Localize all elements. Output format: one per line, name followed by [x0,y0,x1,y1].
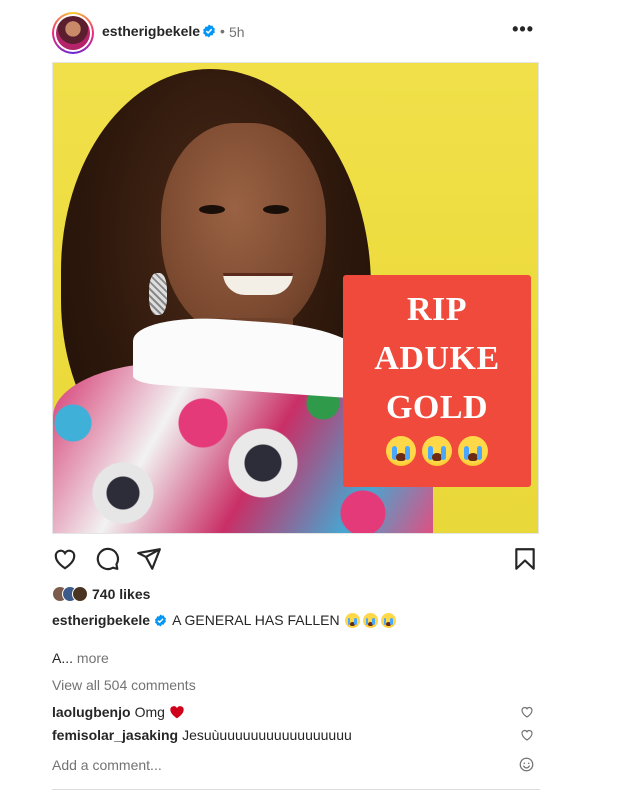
crying-face-icon [422,436,452,466]
separator-dot: • [220,23,225,39]
comment-like-heart-icon[interactable] [520,728,534,742]
verified-badge-icon [203,24,215,38]
comment-username[interactable]: laolugbenjo [52,704,131,720]
post-header: estherigbekele • 5h ••• [52,10,540,54]
rip-banner: RIP ADUKE GOLD [343,275,531,487]
add-comment-input[interactable] [52,755,492,775]
post-username[interactable]: estherigbekele [102,23,200,39]
liker-avatars [52,586,90,602]
caption-emojis [344,612,396,628]
caption-username[interactable]: estherigbekele [52,612,150,628]
banner-line-1: RIP [406,291,468,328]
caption-truncated: A... [52,650,74,666]
like-heart-icon[interactable] [52,546,78,572]
caption-more-row: A... more [52,650,109,666]
avatar [72,586,88,602]
add-comment-row [52,755,540,775]
crying-face-icon [458,436,488,466]
banner-line-2: ADUKE [374,340,500,377]
red-heart-emoji-icon [170,706,184,719]
more-link[interactable]: more [77,650,109,666]
crying-face-icon [380,612,396,628]
comment-username[interactable]: femisolar_jasaking [52,727,178,743]
share-paper-plane-icon[interactable] [136,546,162,572]
comment-row: laolugbenjo Omg [52,703,540,721]
post-actions [52,546,540,574]
view-all-comments-link[interactable]: View all 504 comments [52,677,196,693]
comment-row: femisolar_jasaking Jesuùuuuuuuuuuuuuuuuu… [52,726,540,744]
comment-like-heart-icon[interactable] [520,705,534,719]
image-face [161,123,326,338]
crying-face-icon [362,612,378,628]
more-horizontal-icon[interactable]: ••• [512,20,534,38]
comment-text: Jesuùuuuuuuuuuuuuuuuuu [182,727,352,743]
instagram-post: estherigbekele • 5h ••• RIP ADUKE GOLD 7… [52,0,540,803]
caption-text: A GENERAL HAS FALLEN [172,612,340,628]
comment-bubble-icon[interactable] [94,546,120,572]
likes-row: 740 likes [52,584,150,604]
post-time[interactable]: 5h [229,24,245,40]
profile-avatar[interactable] [52,12,94,54]
verified-badge-icon [155,613,167,627]
likes-count[interactable]: 740 likes [92,586,150,602]
emoji-picker-icon[interactable] [519,757,534,772]
post-divider [52,789,540,790]
save-bookmark-icon[interactable] [512,546,538,572]
image-earring [149,273,167,315]
crying-emojis [343,436,531,466]
comment-text: Omg [134,704,165,720]
post-caption: estherigbekele A GENERAL HAS FALLEN [52,612,396,628]
banner-line-3: GOLD [385,389,489,426]
post-image[interactable]: RIP ADUKE GOLD [52,62,539,534]
crying-face-icon [386,436,416,466]
crying-face-icon [344,612,360,628]
